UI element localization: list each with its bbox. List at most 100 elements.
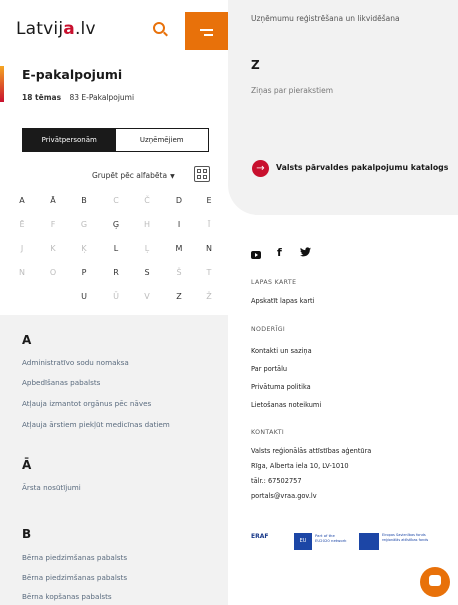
letter-filter-M[interactable]: M <box>171 244 187 253</box>
footer-link[interactable]: Kontakti un saziņa <box>251 347 312 355</box>
list-item[interactable]: Bērna piedzimšanas pabalsts <box>22 573 127 582</box>
letter-filter-Š: Š <box>176 268 182 277</box>
list-item[interactable]: Ārsta nosūtījumi <box>22 483 81 492</box>
contact-email[interactable]: portals@vraa.gov.lv <box>251 492 317 500</box>
alphabet-row: ĒFGĢHIĪ <box>0 220 228 238</box>
chevron-down-icon: ▼ <box>170 173 175 180</box>
contact-line: Valsts reģionālās attīstības aģentūra <box>251 447 372 455</box>
list-item[interactable]: Atļauja ārstiem piekļūt medicīnas datiem <box>22 420 170 429</box>
logo-mark: a <box>63 19 75 39</box>
audience-toggle: Privātpersonām Uzņēmējiem <box>22 128 209 152</box>
grid-icon-cell <box>203 169 207 173</box>
grid-icon-cell <box>203 175 207 179</box>
footer-link[interactable]: Privātuma politika <box>251 383 311 391</box>
list-item[interactable]: Ziņas par pierakstiem <box>251 86 333 95</box>
twitter-bird <box>300 247 311 257</box>
header: Latvija.lv <box>0 0 228 50</box>
letter-filter-B[interactable]: B <box>76 196 92 205</box>
letter-filter-Ģ[interactable]: Ģ <box>108 220 124 229</box>
letter-filter-E[interactable]: E <box>201 196 217 205</box>
letter-filter-P[interactable]: P <box>76 268 92 277</box>
facebook-icon[interactable]: f <box>277 246 282 259</box>
letter-filter-O: O <box>49 268 57 277</box>
letter-filter-Č: Č <box>144 196 150 205</box>
group-by-dropdown[interactable]: Grupēt pēc alfabēta ▼ <box>92 171 175 180</box>
contact-line: Rīga, Alberta iela 10, LV-1010 <box>251 462 349 470</box>
logo-suffix: .lv <box>74 19 96 39</box>
letter-filter-A[interactable]: A <box>14 196 30 205</box>
alphabet-row: JKĶLĻMN <box>0 244 228 262</box>
letter-filter-Ž: Ž <box>206 292 212 301</box>
letter-filter-C: C <box>113 196 119 205</box>
letter-card: Uzņēmumu reģistrēšana un likvidēšana Z Z… <box>228 0 458 215</box>
footer-link[interactable]: Apskatīt lapas karti <box>251 297 314 305</box>
topic-count: 18 tēmas <box>22 93 62 102</box>
eu-logo: EU <box>294 533 312 550</box>
search-icon[interactable] <box>153 22 165 34</box>
list-item[interactable]: Bērna kopšanas pabalsts <box>22 592 112 601</box>
menu-icon-line <box>204 34 213 36</box>
accent-bar <box>0 66 4 102</box>
section-heading: Z <box>251 58 260 72</box>
list-item[interactable]: Atļauja izmantot orgānus pēc nāves <box>22 399 151 408</box>
letter-filter-R[interactable]: R <box>108 268 124 277</box>
eu-logo-text: Part of the EU2020 network <box>315 533 347 543</box>
list-item[interactable]: Administratīvo sodu nomaksa <box>22 358 129 367</box>
tab-private[interactable]: Privātpersonām <box>23 129 116 151</box>
alphabet-row: UŪVZŽ <box>0 292 228 310</box>
list-item[interactable]: Uzņēmumu reģistrēšana un likvidēšana <box>251 14 400 23</box>
eraf-text: ERAF <box>251 533 269 540</box>
eu-fund-text: Eiropas Savienības fonds reģionālās attī… <box>382 533 429 542</box>
left-panel: Latvija.lv E-pakalpojumi 18 tēmas 83 E-P… <box>0 0 228 605</box>
arrow-right-icon[interactable]: → <box>252 160 269 177</box>
footer-heading: LAPAS KARTE <box>251 279 297 286</box>
section-heading: Ā <box>22 458 32 472</box>
alphabet-row: AĀBCČDE <box>0 196 228 214</box>
site-logo[interactable]: Latvija.lv <box>16 19 96 39</box>
grid-icon-cell <box>197 175 201 179</box>
group-by-label: Grupēt pēc alfabēta <box>92 171 168 180</box>
letter-filter-V: V <box>144 292 150 301</box>
service-count: 83 E-Pakalpojumi <box>69 93 135 102</box>
list-item[interactable]: Bērna piedzimšanas pabalsts <box>22 553 127 562</box>
list-item[interactable]: Apbedīšanas pabalsts <box>22 378 100 387</box>
letter-filter-T: T <box>206 268 212 277</box>
letter-filter-Ū: Ū <box>113 292 119 301</box>
letter-filter-Z[interactable]: Z <box>171 292 187 301</box>
letter-filter-D[interactable]: D <box>171 196 187 205</box>
letter-filter-Ē: Ē <box>19 220 25 229</box>
twitter-icon[interactable] <box>300 247 311 260</box>
eu-flag-logo <box>359 533 379 550</box>
page-title: E-pakalpojumi <box>22 67 123 82</box>
letter-filter-N[interactable]: N <box>201 244 217 253</box>
section-heading: B <box>22 527 32 541</box>
letter-filter-Ķ: Ķ <box>81 244 87 253</box>
letter-filter-N: N <box>19 268 25 277</box>
tab-business[interactable]: Uzņēmējiem <box>115 129 208 151</box>
section-heading: A <box>22 333 32 347</box>
youtube-icon[interactable] <box>251 251 261 259</box>
letter-filter-U[interactable]: U <box>76 292 92 301</box>
letter-filter-S[interactable]: S <box>139 268 155 277</box>
menu-icon <box>200 29 213 31</box>
catalog-link[interactable]: Valsts pārvaldes pakalpojumu katalogs <box>276 163 448 172</box>
chat-button[interactable] <box>420 567 450 597</box>
letter-filter-Ļ: Ļ <box>144 244 150 253</box>
logo-prefix: Latvij <box>16 19 64 39</box>
letter-filter-I[interactable]: I <box>171 220 187 229</box>
menu-button[interactable] <box>185 12 228 50</box>
letter-filter-G: G <box>80 220 88 229</box>
letter-filter-K: K <box>50 244 56 253</box>
service-list: A Administratīvo sodu nomaksa Apbedīšanas … <box>0 315 228 605</box>
footer-heading: KONTAKTI <box>251 429 285 436</box>
letter-filter-Ā[interactable]: Ā <box>45 196 61 205</box>
grid-view-button[interactable] <box>194 166 210 182</box>
footer-link[interactable]: Par portālu <box>251 365 287 373</box>
footer-link[interactable]: Lietošanas noteikumi <box>251 401 321 409</box>
letter-filter-F: F <box>50 220 56 229</box>
letter-filter-L[interactable]: L <box>108 244 124 253</box>
right-panel: Uzņēmumu reģistrēšana un likvidēšana Z Z… <box>228 0 458 605</box>
contact-line: tālr.: 67502757 <box>251 477 302 485</box>
letter-filter-J: J <box>20 244 24 253</box>
letter-filter-Ī: Ī <box>207 220 211 229</box>
